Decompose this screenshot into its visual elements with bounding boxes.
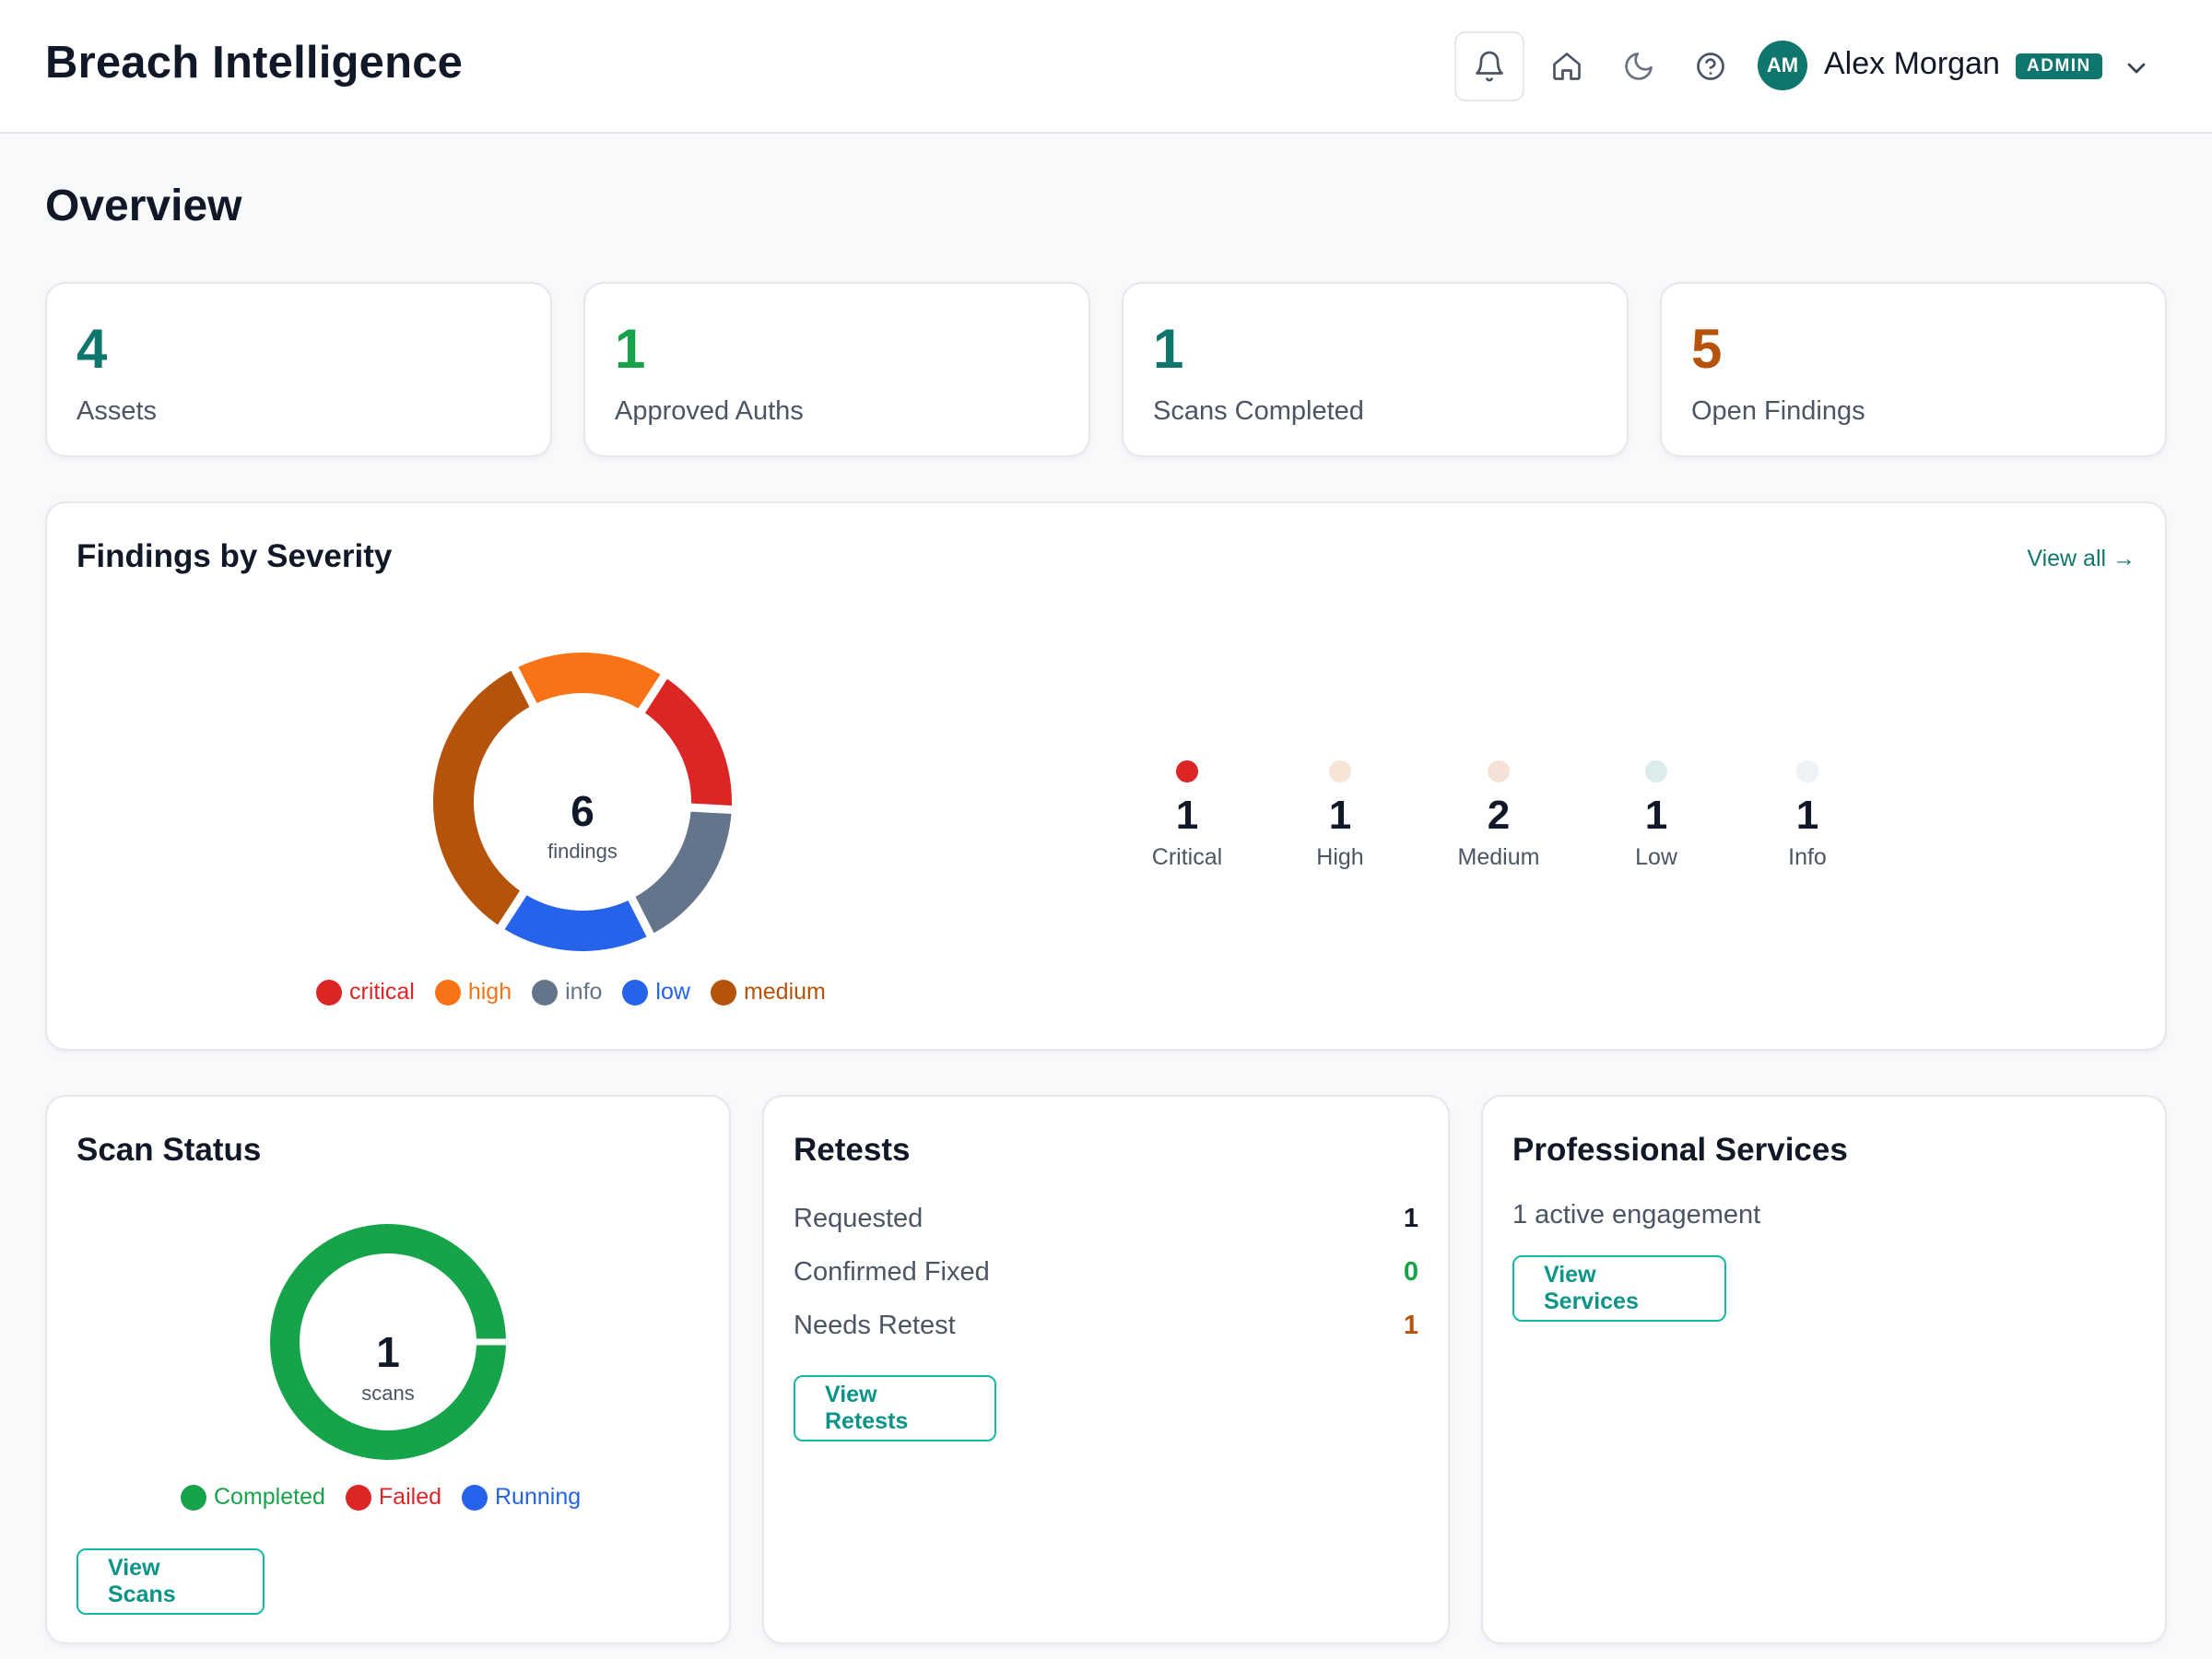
legend-swatch	[345, 1484, 371, 1511]
severity-label: Low	[1635, 844, 1677, 870]
retest-value: 0	[1403, 1257, 1418, 1287]
severity-dot	[1645, 760, 1667, 782]
legend-swatch	[710, 979, 736, 1006]
user-name[interactable]: Alex Morgan	[1824, 46, 2000, 82]
moon-icon	[1625, 53, 1653, 80]
card-title: Scan Status	[76, 1132, 262, 1168]
bell-icon	[1476, 51, 1503, 82]
card-title: Retests	[794, 1132, 911, 1168]
legend-item-medium[interactable]: medium	[710, 979, 826, 1006]
top-bar: Breach Intelligence AM Alex Morgan ADMIN	[0, 0, 2212, 134]
professional-services-card: Professional Services 1 active engagemen…	[1481, 1095, 2167, 1644]
stat-label: Scans Completed	[1153, 396, 1364, 426]
legend-label: Running	[495, 1484, 582, 1510]
avatar[interactable]: AM	[1758, 41, 1807, 90]
legend-swatch	[622, 979, 649, 1006]
theme-toggle-button[interactable]	[1604, 31, 1674, 101]
severity-dot	[1488, 760, 1510, 782]
legend-label: Completed	[214, 1484, 325, 1510]
legend-item-low[interactable]: low	[622, 979, 690, 1006]
legend-label: info	[565, 979, 603, 1005]
card-title: Findings by Severity	[76, 538, 393, 574]
legend-label: medium	[743, 979, 826, 1005]
stat-label: Assets	[76, 396, 158, 426]
stat-value: 1	[615, 318, 646, 380]
severity-count: 1	[1175, 793, 1199, 838]
retest-label: Needs Retest	[794, 1311, 956, 1340]
view-services-button[interactable]: View Services	[1512, 1255, 1726, 1322]
retest-row-requested: Requested 1	[794, 1204, 1418, 1241]
stat-card-assets[interactable]: 4 Assets	[45, 282, 552, 457]
legend-item-info[interactable]: info	[532, 979, 602, 1006]
severity-count: 2	[1487, 793, 1511, 838]
chevron-down-icon[interactable]	[2122, 53, 2151, 83]
retest-row-needs-retest: Needs Retest 1	[794, 1311, 1418, 1347]
legend-item-completed[interactable]: Completed	[181, 1484, 325, 1511]
stat-value: 5	[1691, 318, 1723, 380]
legend-swatch	[462, 1484, 488, 1511]
stat-value: 4	[76, 318, 108, 380]
severity-dot	[1796, 760, 1818, 782]
retest-label: Requested	[794, 1204, 924, 1233]
legend-item-high[interactable]: high	[434, 979, 512, 1006]
retest-label: Confirmed Fixed	[794, 1257, 990, 1287]
help-button[interactable]	[1676, 31, 1746, 101]
severity-tile-medium[interactable]: 2 Medium	[1434, 742, 1563, 899]
severity-count: 1	[1795, 793, 1819, 838]
app-title: Breach Intelligence	[45, 38, 464, 88]
severity-tile-high[interactable]: 1 High	[1276, 742, 1405, 899]
page-title: Overview	[45, 182, 242, 230]
legend-label: Failed	[378, 1484, 441, 1510]
severity-label: Medium	[1457, 844, 1540, 870]
findings-slice-low[interactable]	[504, 895, 647, 951]
stat-label: Open Findings	[1691, 396, 1865, 426]
legend-label: high	[467, 979, 512, 1005]
scans-total-label: scans	[361, 1382, 415, 1405]
severity-label: Info	[1788, 844, 1827, 870]
role-badge: ADMIN	[2016, 53, 2102, 79]
help-icon	[1697, 53, 1724, 80]
findings-total: 6	[571, 787, 594, 835]
legend-swatch	[434, 979, 461, 1006]
retest-value: 1	[1403, 1204, 1418, 1233]
severity-count: 1	[1644, 793, 1668, 838]
severity-tile-low[interactable]: 1 Low	[1592, 742, 1721, 899]
retests-card: Retests Requested 1 Confirmed Fixed 0 Ne…	[762, 1095, 1450, 1644]
view-retests-button[interactable]: View Retests	[794, 1375, 996, 1441]
stat-card-approved-auths[interactable]: 1 Approved Auths	[583, 282, 1090, 457]
home-button[interactable]	[1532, 31, 1602, 101]
stat-card-open-findings[interactable]: 5 Open Findings	[1660, 282, 2167, 457]
findings-legend: critical high info low medium	[316, 979, 826, 1006]
view-scans-button[interactable]: View Scans	[76, 1548, 265, 1615]
severity-label: High	[1316, 844, 1364, 870]
services-subtitle: 1 active engagement	[1512, 1200, 1761, 1230]
view-all-link[interactable]: View all →	[2027, 546, 2136, 572]
legend-item-running[interactable]: Running	[462, 1484, 581, 1511]
severity-dot	[1329, 760, 1351, 782]
legend-item-failed[interactable]: Failed	[345, 1484, 441, 1511]
legend-swatch	[181, 1484, 206, 1511]
retest-value: 1	[1403, 1311, 1418, 1340]
severity-label: Critical	[1151, 844, 1223, 870]
legend-swatch	[532, 979, 559, 1006]
legend-swatch	[316, 979, 342, 1006]
card-title: Professional Services	[1512, 1132, 1848, 1168]
severity-tile-info[interactable]: 1 Info	[1743, 742, 1872, 899]
severity-tile-critical[interactable]: 1 Critical	[1123, 742, 1252, 899]
legend-item-critical[interactable]: critical	[316, 979, 415, 1006]
findings-total-label: findings	[547, 840, 618, 863]
legend-label: critical	[349, 979, 415, 1005]
stat-value: 1	[1153, 318, 1184, 380]
scan-status-legend: Completed Failed Running	[181, 1484, 581, 1511]
severity-count: 1	[1328, 793, 1352, 838]
home-icon	[1553, 53, 1581, 80]
findings-slice-high[interactable]	[518, 653, 661, 709]
scans-total: 1	[376, 1328, 400, 1376]
notifications-button[interactable]	[1454, 31, 1524, 101]
stat-card-scans-completed[interactable]: 1 Scans Completed	[1122, 282, 1629, 457]
legend-label: low	[655, 979, 690, 1005]
retest-row-confirmed-fixed: Confirmed Fixed 0	[794, 1257, 1418, 1294]
severity-dot	[1176, 760, 1198, 782]
stat-label: Approved Auths	[615, 396, 804, 426]
